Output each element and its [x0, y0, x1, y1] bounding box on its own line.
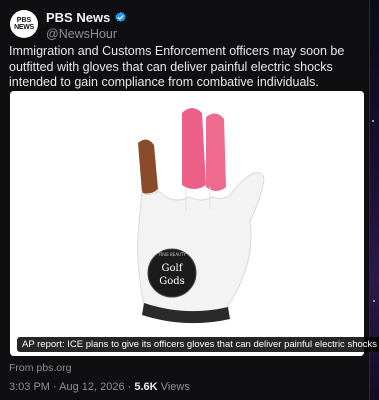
- patch-text-bottom: Gods: [159, 276, 185, 287]
- views-label: Views: [157, 381, 190, 393]
- media-caption[interactable]: AP report: ICE plans to give its officer…: [17, 337, 379, 352]
- patch-ring-text: TRUE BEAUTY: [157, 252, 186, 257]
- avatar[interactable]: PBS NEWS: [10, 10, 38, 38]
- tweet-card[interactable]: PBS NEWS PBS News @NewsHour Immigration …: [0, 0, 379, 400]
- tweet-time[interactable]: 3:03 PM: [9, 381, 50, 393]
- display-name[interactable]: PBS News: [46, 10, 110, 25]
- verified-badge-icon: [115, 11, 127, 22]
- patch-text-top: Golf: [162, 263, 184, 274]
- link-source[interactable]: From pbs.org: [9, 362, 71, 374]
- pink-finger-right: [206, 113, 226, 191]
- account-names: PBS News @NewsHour: [46, 9, 127, 41]
- meta-separator: ·: [124, 381, 135, 393]
- meta-separator: ·: [49, 381, 60, 393]
- views-count: 5.6K: [134, 381, 158, 393]
- avatar-logo-line2: NEWS: [14, 24, 34, 31]
- media-image[interactable]: Golf Gods TRUE BEAUTY: [10, 91, 364, 356]
- handle[interactable]: @NewsHour: [46, 27, 127, 41]
- tweet-header: PBS NEWS PBS News @NewsHour: [8, 6, 368, 42]
- glove-photo: Golf Gods TRUE BEAUTY: [10, 91, 364, 356]
- avatar-logo-line1: PBS: [16, 17, 32, 24]
- tweet-text: Immigration and Customs Enforcement offi…: [9, 44, 345, 89]
- tweet-date[interactable]: Aug 12, 2026: [59, 381, 124, 393]
- tweet-meta: 3:03 PM · Aug 12, 2026 · 5.6K Views: [9, 381, 190, 393]
